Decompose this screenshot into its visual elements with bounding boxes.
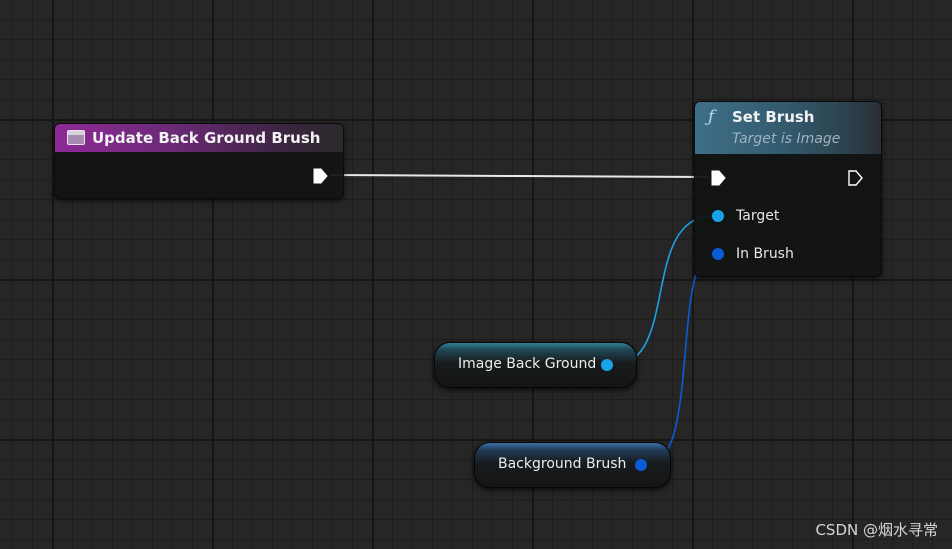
exec-input-pin-icon[interactable] — [710, 170, 726, 186]
in-brush-pin-icon[interactable] — [712, 248, 724, 260]
function-node-subtitle: Target is Image — [732, 131, 841, 147]
event-icon — [67, 130, 85, 145]
function-icon: ƒ — [708, 107, 715, 127]
function-node-title: Set Brush — [732, 108, 815, 126]
event-node-title: Update Back Ground Brush — [92, 129, 321, 147]
in-brush-wire[interactable] — [647, 253, 714, 466]
target-pin-label: Target — [736, 208, 780, 224]
variable-label-background-brush: Background Brush — [498, 456, 627, 472]
event-node-update-back-ground-brush[interactable]: Update Back Ground Brush — [54, 123, 344, 199]
variable-node-image-back-ground[interactable]: Image Back Ground — [434, 342, 637, 388]
event-node-header[interactable]: Update Back Ground Brush — [55, 124, 343, 152]
variable-node-background-brush[interactable]: Background Brush — [474, 442, 671, 488]
exec-wire[interactable] — [329, 174, 709, 178]
watermark: CSDN @烟水寻常 — [815, 521, 938, 539]
brush-output-pin-icon[interactable] — [635, 459, 647, 471]
exec-output-pin-icon[interactable] — [312, 168, 328, 184]
function-node-header[interactable]: ƒ Set Brush Target is Image — [695, 102, 881, 154]
in-brush-pin-label: In Brush — [736, 246, 794, 262]
exec-output-pin-icon[interactable] — [847, 170, 863, 186]
target-pin-icon[interactable] — [712, 210, 724, 222]
function-node-set-brush[interactable]: ƒ Set Brush Target is Image Target In Br… — [694, 101, 882, 277]
image-output-pin-icon[interactable] — [601, 359, 613, 371]
variable-label-image-back-ground: Image Back Ground — [458, 356, 597, 372]
